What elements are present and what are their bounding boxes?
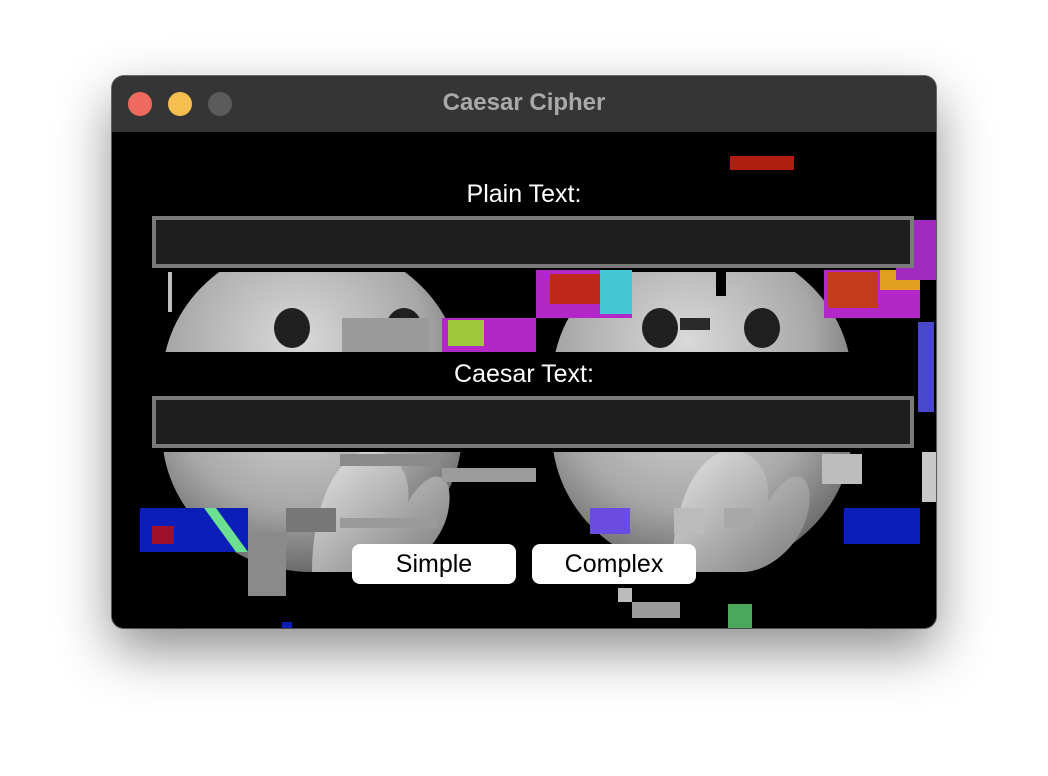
plain-text-label: Plain Text: bbox=[466, 180, 582, 208]
window-content: Plain Text: Caesar Text: Simple Complex bbox=[112, 132, 936, 628]
complex-button[interactable]: Complex bbox=[532, 544, 696, 584]
caesar-text-label: Caesar Text: bbox=[454, 360, 594, 388]
title-bar[interactable]: Caesar Cipher bbox=[112, 76, 936, 133]
app-window: Caesar Cipher Plain Text: Caesar Text: S… bbox=[112, 76, 936, 628]
plain-text-input[interactable] bbox=[152, 216, 914, 268]
simple-button[interactable]: Simple bbox=[352, 544, 516, 584]
window-title: Caesar Cipher bbox=[442, 89, 606, 116]
caesar-text-input[interactable] bbox=[152, 396, 914, 448]
